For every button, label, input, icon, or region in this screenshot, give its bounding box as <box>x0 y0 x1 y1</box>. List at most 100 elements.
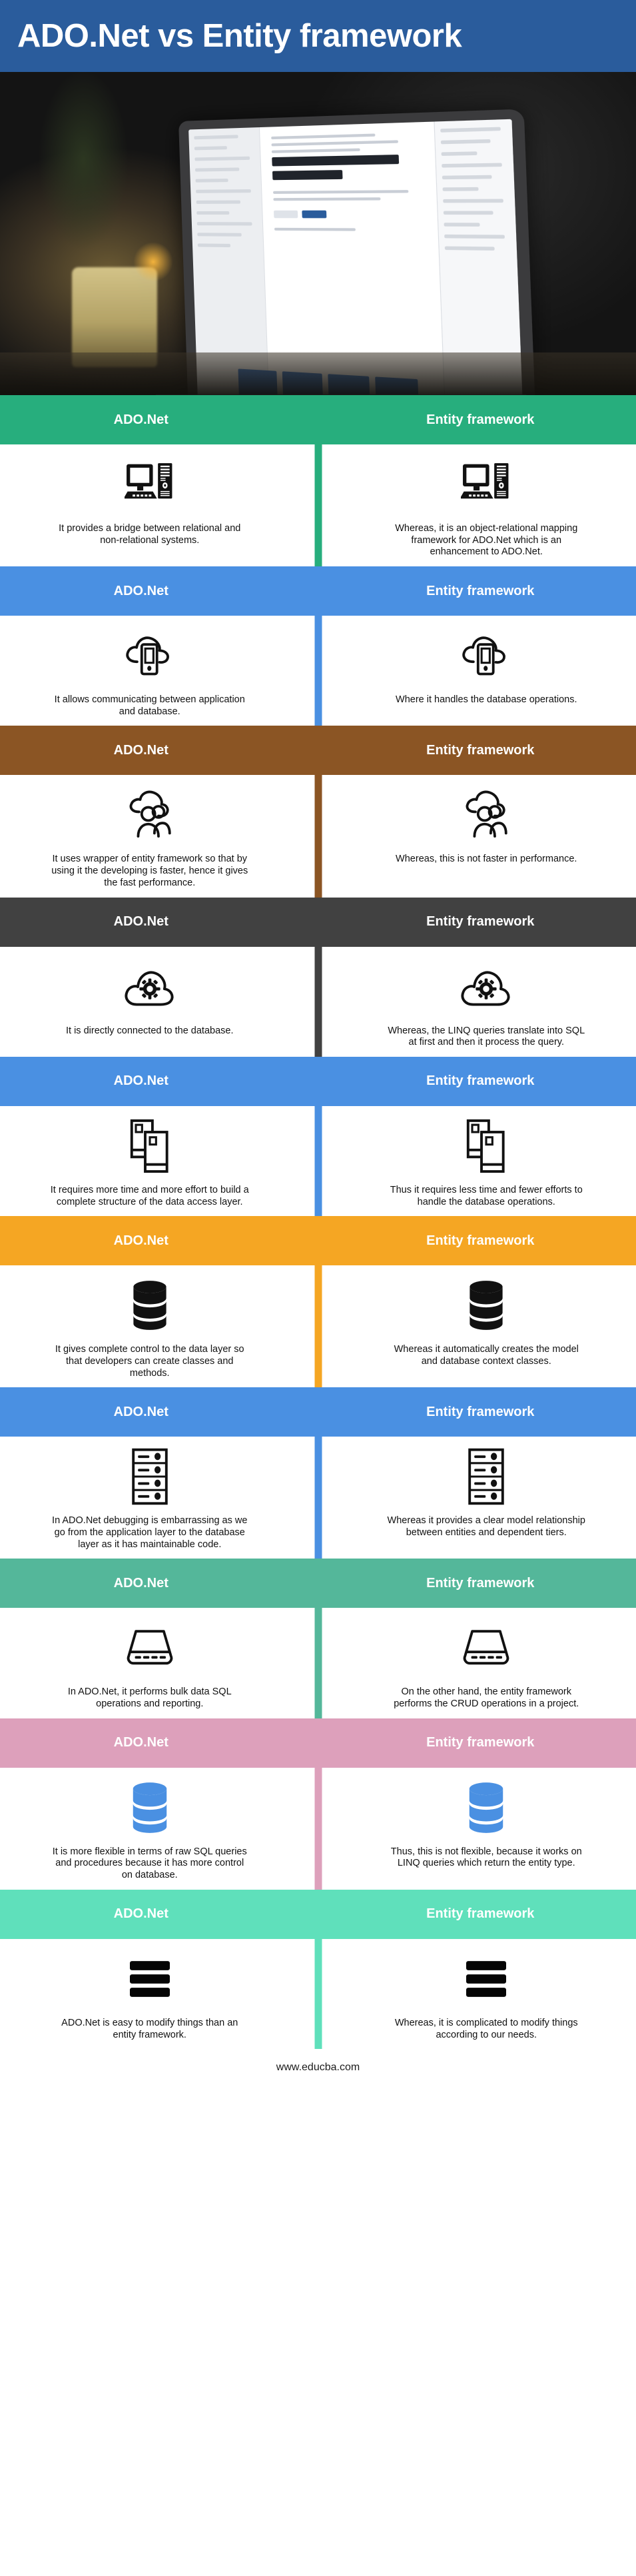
cloud-gear-icon-left <box>121 956 178 1017</box>
database-cylinder-icon <box>470 1281 503 1331</box>
section-body: ADO.Net is easy to modify things than an… <box>0 1938 636 2050</box>
comparison-block: ADO.Net Entity framework ADO.Net is easy… <box>0 1889 636 2050</box>
section-header-left: ADO.Net <box>113 914 168 929</box>
section-column-right: Whereas, this is not faster in performan… <box>318 784 636 889</box>
section-text-right: Where it handles the database operations… <box>396 694 577 706</box>
section-body: In ADO.Net debugging is embarrassing as … <box>0 1437 636 1559</box>
section-header-right: Entity framework <box>426 1404 535 1419</box>
section-text-left: ADO.Net is easy to modify things than an… <box>61 2017 238 2040</box>
footer: www.educba.com <box>0 2049 636 2087</box>
section-divider <box>314 1938 322 2050</box>
section-body: It uses wrapper of entity framework so t… <box>0 775 636 898</box>
section-body: It gives complete control to the data la… <box>0 1265 636 1388</box>
section-header-right: Entity framework <box>426 583 535 598</box>
documents-stack-icon-left <box>127 1115 173 1177</box>
section-header-left: ADO.Net <box>113 1735 168 1750</box>
section-divider <box>314 946 322 1057</box>
page-title-bar: ADO.Net vs Entity framework <box>0 0 636 72</box>
section-header-bar: ADO.Net Entity framework <box>0 566 636 616</box>
section-header-right: Entity framework <box>426 1735 535 1750</box>
users-group-icon <box>129 791 171 838</box>
section-text-left: In ADO.Net debugging is embarrassing as … <box>52 1515 248 1550</box>
users-group-icon-right <box>458 784 514 846</box>
server-rack-icon-left <box>129 1446 170 1507</box>
database-cylinder-icon-right <box>463 1275 509 1336</box>
section-body: It is more flexible in terms of raw SQL … <box>0 1767 636 1890</box>
blue-database-icon-right <box>462 1777 510 1838</box>
section-body: It provides a bridge between relational … <box>0 444 636 567</box>
section-text-left: It allows communicating between applicat… <box>54 694 245 717</box>
section-divider <box>314 1608 322 1718</box>
cloud-mobile-icon-right <box>458 625 514 686</box>
section-divider <box>314 1767 322 1890</box>
cloud-mobile-icon <box>462 636 506 676</box>
section-text-right: Thus, this is not flexible, because it w… <box>390 1846 582 1869</box>
hero-photo <box>0 72 636 395</box>
section-header-right: Entity framework <box>426 412 535 427</box>
section-divider <box>314 1105 322 1217</box>
server-rack-icon-right <box>466 1446 507 1507</box>
section-header-right: Entity framework <box>426 742 535 758</box>
comparison-sections: ADO.Net Entity framework It provides a b… <box>0 395 636 2050</box>
comparison-block: ADO.Net Entity framework It requires mor… <box>0 1056 636 1217</box>
section-header-bar: ADO.Net Entity framework <box>0 1387 636 1437</box>
section-column-left: It requires more time and more effort to… <box>0 1115 318 1208</box>
section-header-left: ADO.Net <box>113 583 168 598</box>
documents-stack-icon-right <box>463 1115 509 1177</box>
section-text-right: Whereas, it is complicated to modify thi… <box>394 2017 578 2040</box>
section-header-bar: ADO.Net Entity framework <box>0 395 636 444</box>
stacked-bars-icon-left <box>127 1948 173 2010</box>
desk-surface <box>0 352 636 395</box>
desktop-computer-icon <box>124 463 172 499</box>
comparison-block: ADO.Net Entity framework It allows commu… <box>0 566 636 726</box>
section-text-right: Whereas it automatically creates the mod… <box>394 1344 579 1367</box>
section-header-left: ADO.Net <box>113 1906 168 1922</box>
cloud-gear-icon <box>461 971 510 1006</box>
users-group-icon-left <box>122 784 178 846</box>
section-divider <box>314 1437 322 1559</box>
section-text-right: Whereas, the LINQ queries translate into… <box>388 1025 585 1048</box>
section-header-left: ADO.Net <box>113 1233 168 1248</box>
footer-url: www.educba.com <box>276 2062 360 2074</box>
comparison-block: ADO.Net Entity framework It is directly … <box>0 897 636 1057</box>
section-text-left: It requires more time and more effort to… <box>50 1184 249 1207</box>
blue-database-icon <box>133 1782 166 1833</box>
section-header-right: Entity framework <box>426 1906 535 1922</box>
section-divider <box>314 616 322 726</box>
page-title: ADO.Net vs Entity framework <box>17 17 462 54</box>
section-header-right: Entity framework <box>426 1575 535 1591</box>
comparison-block: ADO.Net Entity framework It gives comple… <box>0 1216 636 1388</box>
section-text-right: Whereas, this is not faster in performan… <box>396 854 577 865</box>
section-column-left: ADO.Net is easy to modify things than an… <box>0 1948 318 2041</box>
section-column-right: On the other hand, the entity framework … <box>318 1617 636 1710</box>
section-column-right: Thus it requires less time and fewer eff… <box>318 1115 636 1208</box>
comparison-block: ADO.Net Entity framework In ADO.Net, it … <box>0 1559 636 1718</box>
section-divider <box>314 1265 322 1388</box>
database-cylinder-icon-left <box>127 1275 173 1336</box>
section-body: It requires more time and more effort to… <box>0 1105 636 1217</box>
storage-drive-icon <box>463 1630 509 1665</box>
section-column-right: Whereas, it is an object-relational mapp… <box>318 454 636 558</box>
section-header-bar: ADO.Net Entity framework <box>0 897 636 947</box>
section-header-bar: ADO.Net Entity framework <box>0 1718 636 1768</box>
section-text-left: It is more flexible in terms of raw SQL … <box>52 1846 247 1881</box>
section-text-right: On the other hand, the entity framework … <box>394 1686 579 1710</box>
section-header-right: Entity framework <box>426 1233 535 1248</box>
section-text-left: It is directly connected to the database… <box>66 1025 234 1036</box>
comparison-block: ADO.Net Entity framework It uses wrapper… <box>0 726 636 898</box>
stacked-bars-icon <box>466 1960 507 1997</box>
section-header-bar: ADO.Net Entity framework <box>0 726 636 776</box>
server-rack-icon <box>468 1449 504 1505</box>
blue-database-icon <box>470 1782 503 1833</box>
section-column-right: Whereas it provides a clear model relati… <box>318 1446 636 1551</box>
section-body: In ADO.Net, it performs bulk data SQL op… <box>0 1608 636 1718</box>
section-column-right: Thus, this is not flexible, because it w… <box>318 1777 636 1882</box>
section-text-left: It uses wrapper of entity framework so t… <box>51 854 248 888</box>
section-header-right: Entity framework <box>426 914 535 929</box>
section-text-left: It gives complete control to the data la… <box>55 1344 244 1379</box>
candle-glow <box>133 242 173 282</box>
section-column-left: It uses wrapper of entity framework so t… <box>0 784 318 889</box>
section-column-right: Whereas, it is complicated to modify thi… <box>318 1948 636 2041</box>
section-column-right: Whereas it automatically creates the mod… <box>318 1275 636 1379</box>
section-body: It is directly connected to the database… <box>0 946 636 1057</box>
